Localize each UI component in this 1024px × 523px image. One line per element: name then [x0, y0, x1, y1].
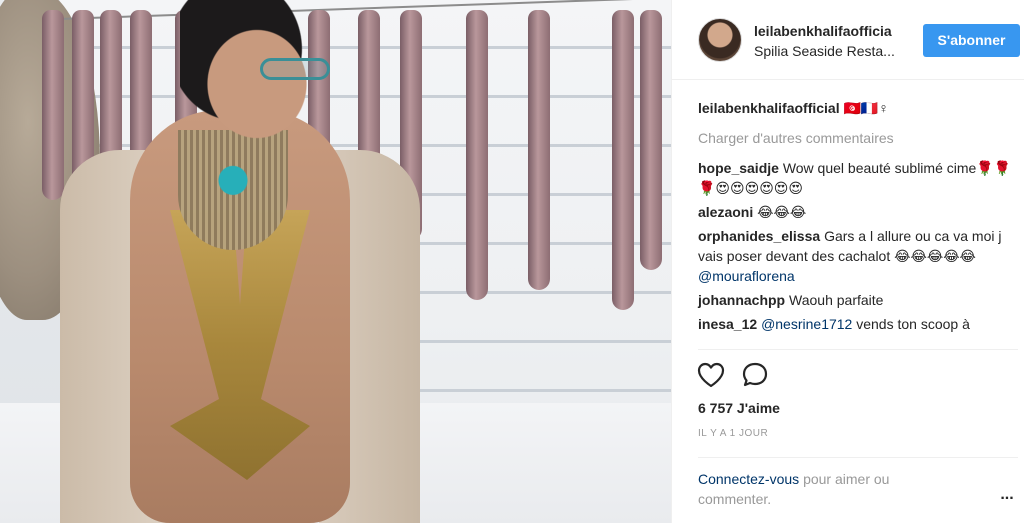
more-options-button[interactable]: ... — [996, 487, 1018, 503]
comment-username[interactable]: alezaoni — [698, 204, 753, 220]
comment-mention[interactable]: @nesrine1712 — [761, 316, 852, 332]
divider — [698, 457, 1018, 458]
comment-item: hope_saidje Wow quel beauté sublimé cime… — [698, 158, 1018, 198]
comments-list: leilabenkhalifaofficial 🇹🇳🇫🇷♀ Charger d'… — [698, 98, 1018, 338]
octopus — [528, 10, 550, 290]
comment-item: inesa_12 @nesrine1712 vends ton scoop à — [698, 314, 1018, 334]
post-photo[interactable] — [0, 0, 671, 523]
comment-username[interactable]: hope_saidje — [698, 160, 779, 176]
likes-count[interactable]: 6 757 J'aime — [698, 400, 780, 416]
octopus — [466, 10, 488, 300]
comment-text: Waouh parfaite — [789, 292, 884, 308]
sunglasses — [260, 58, 330, 80]
octopus — [612, 10, 634, 310]
post-timestamp[interactable]: IL Y A 1 JOUR — [698, 428, 768, 439]
caption-text: 🇹🇳🇫🇷♀ — [843, 100, 889, 116]
comment-username[interactable]: inesa_12 — [698, 316, 757, 332]
comment-item: johannachpp Waouh parfaite — [698, 290, 1018, 310]
comment-mention[interactable]: @mouraflorena — [698, 268, 795, 284]
necklace — [178, 130, 288, 250]
speech-bubble-icon[interactable] — [740, 360, 770, 390]
login-prompt: Connectez-vous pour aimer ou commenter. — [698, 469, 958, 509]
post-sidebar: leilabenkhalifaofficia Spilia Seaside Re… — [671, 0, 1024, 523]
comment-text: vends ton scoop à — [856, 316, 970, 332]
load-more-comments[interactable]: Charger d'autres commentaires — [698, 128, 1018, 148]
follow-button[interactable]: S'abonner — [923, 24, 1020, 57]
heart-icon[interactable] — [696, 360, 726, 390]
octopus — [640, 10, 662, 270]
post-actions — [696, 360, 816, 390]
comment-item: orphanides_elissa Gars a l allure ou ca … — [698, 226, 1018, 286]
caption-username[interactable]: leilabenkhalifaofficial — [698, 100, 840, 116]
comment-text: 😂😂😂 — [757, 204, 807, 220]
login-link[interactable]: Connectez-vous — [698, 471, 799, 487]
caption: leilabenkhalifaofficial 🇹🇳🇫🇷♀ — [698, 98, 1018, 118]
avatar[interactable] — [698, 18, 742, 62]
post-header: leilabenkhalifaofficia Spilia Seaside Re… — [672, 0, 1024, 80]
comment-username[interactable]: orphanides_elissa — [698, 228, 820, 244]
woman-figure — [60, 0, 420, 523]
comment-item: alezaoni 😂😂😂 — [698, 202, 1018, 222]
author-username[interactable]: leilabenkhalifaofficia — [754, 23, 892, 39]
divider — [698, 349, 1018, 350]
comment-username[interactable]: johannachpp — [698, 292, 785, 308]
location-link[interactable]: Spilia Seaside Resta... — [754, 43, 895, 59]
